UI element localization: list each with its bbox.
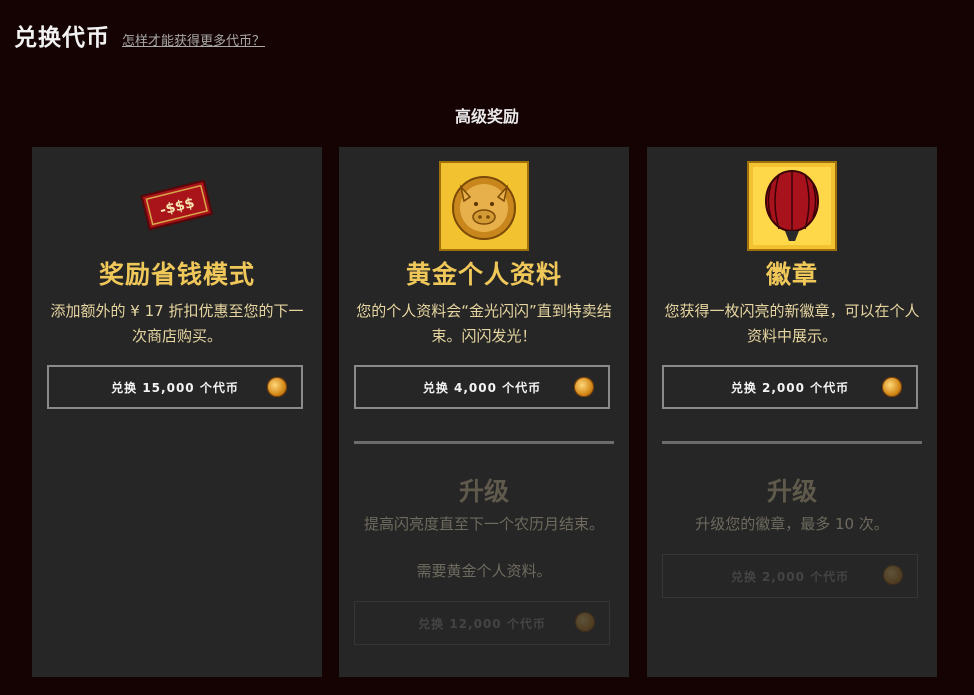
divider: [662, 441, 922, 444]
reward-card-discount: -$$$ 奖励省钱模式 添加额外的 ¥ 17 折扣优惠至您的下一次商店购买。 兑…: [32, 147, 322, 677]
coin-icon: [267, 377, 287, 397]
upgrade-redeem-button-disabled: 兑换 2,000 个代币: [662, 554, 918, 598]
upgrade-title: 升级: [458, 477, 509, 506]
coin-icon: [575, 612, 595, 632]
reward-card-gold-profile: 黄金个人资料 您的个人资料会“金光闪闪”直到特卖结束。闪闪发光！ 兑换 4,00…: [339, 147, 629, 677]
redeem-label: 兑换 2,000 个代币: [730, 569, 850, 584]
coin-icon: [883, 565, 903, 585]
upgrade-title: 升级: [766, 477, 817, 506]
reward-title: 奖励省钱模式: [98, 260, 255, 289]
redeem-label: 兑换 15,000 个代币: [111, 380, 239, 395]
section-title: 高级奖励: [454, 107, 519, 126]
page-title: 兑换代币: [14, 25, 110, 51]
coin-icon: [574, 377, 594, 397]
red-lantern-badge-icon: [647, 161, 937, 251]
redeem-button[interactable]: 兑换 4,000 个代币: [354, 365, 610, 409]
get-more-tokens-link[interactable]: 怎样才能获得更多代币？: [122, 30, 265, 49]
gold-pig-icon: [339, 161, 629, 251]
upgrade-description: 提高闪亮度直至下一个农历月结束。: [363, 515, 604, 533]
upgrade-requirement: 需要黄金个人资料。: [416, 562, 552, 580]
redeem-label: 兑换 12,000 个代币: [418, 616, 546, 631]
divider: [354, 441, 614, 444]
reward-title: 黄金个人资料: [405, 260, 562, 289]
reward-description: 您的个人资料会“金光闪闪”直到特卖结束。闪闪发光！: [356, 302, 612, 345]
red-envelope-icon: -$$$: [32, 161, 322, 251]
upgrade-redeem-button-disabled: 兑换 12,000 个代币: [354, 601, 610, 645]
page-header: 兑换代币 怎样才能获得更多代币？: [14, 18, 265, 52]
upgrade-description: 升级您的徽章，最多 10 次。: [695, 515, 889, 533]
reward-title: 徽章: [765, 260, 818, 289]
redeem-button[interactable]: 兑换 2,000 个代币: [662, 365, 918, 409]
reward-card-badge: 徽章 您获得一枚闪亮的新徽章，可以在个人资料中展示。 兑换 2,000 个代币 …: [647, 147, 937, 677]
coin-icon: [882, 377, 902, 397]
redeem-label: 兑换 4,000 个代币: [422, 380, 542, 395]
reward-description: 您获得一枚闪亮的新徽章，可以在个人资料中展示。: [664, 302, 920, 345]
reward-description: 添加额外的 ¥ 17 折扣优惠至您的下一次商店购买。: [50, 302, 304, 345]
redeem-label: 兑换 2,000 个代币: [730, 380, 850, 395]
redeem-button[interactable]: 兑换 15,000 个代币: [47, 365, 303, 409]
